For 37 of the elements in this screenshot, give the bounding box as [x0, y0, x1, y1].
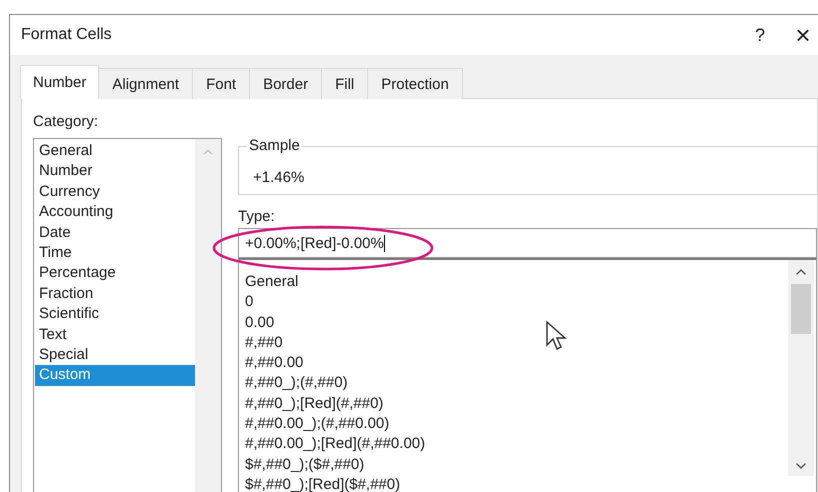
sample-label: Sample — [247, 137, 302, 154]
category-item[interactable]: General — [35, 141, 195, 162]
sample-value: +1.46% — [253, 169, 304, 186]
format-item[interactable]: #,##0_);(#,##0) — [245, 373, 788, 394]
help-button[interactable]: ? — [730, 24, 790, 46]
category-item[interactable]: Number — [35, 161, 195, 182]
category-item[interactable]: Time — [35, 242, 195, 264]
format-item[interactable]: $#,##0_);($#,##0) — [245, 454, 788, 475]
tab[interactable]: Fill — [321, 68, 368, 99]
tab[interactable]: Border — [249, 68, 322, 99]
category-item[interactable]: Accounting — [35, 202, 195, 223]
category-item[interactable]: Percentage — [35, 263, 195, 284]
format-item[interactable]: General — [245, 272, 788, 292]
format-item[interactable]: 0 — [245, 292, 788, 313]
category-item[interactable]: Text — [35, 324, 195, 345]
tab[interactable]: Protection — [367, 68, 463, 99]
category-item[interactable]: Currency — [35, 182, 195, 202]
category-item[interactable]: Custom — [35, 365, 195, 386]
format-item[interactable]: #,##0 — [245, 332, 788, 354]
category-item[interactable]: Special — [35, 344, 195, 366]
format-item[interactable]: #,##0.00_);[Red](#,##0.00) — [245, 434, 788, 455]
type-input-field[interactable]: +0.00%;[Red]-0.00% — [238, 228, 817, 258]
format-item[interactable]: 0.00 — [245, 312, 788, 333]
format-item[interactable]: $#,##0_);[Red]($#,##0) — [245, 474, 788, 492]
window-title: Format Cells — [21, 26, 113, 44]
tab[interactable]: Alignment — [98, 68, 194, 99]
format-item[interactable]: #,##0_);[Red](#,##0) — [245, 394, 788, 414]
format-item[interactable]: #,##0.00_);(#,##0.00) — [245, 414, 788, 434]
category-item[interactable]: Scientific — [35, 304, 195, 325]
category-item[interactable]: Date — [35, 222, 195, 243]
format-item[interactable]: #,##0.00 — [245, 353, 788, 374]
category-label: Category: — [33, 113, 100, 130]
category-item[interactable]: Fraction — [35, 284, 195, 304]
tab[interactable]: Number — [20, 65, 100, 99]
tab[interactable]: Font — [192, 68, 250, 99]
type-label: Type: — [238, 208, 276, 225]
close-button[interactable]: × — [790, 20, 816, 50]
